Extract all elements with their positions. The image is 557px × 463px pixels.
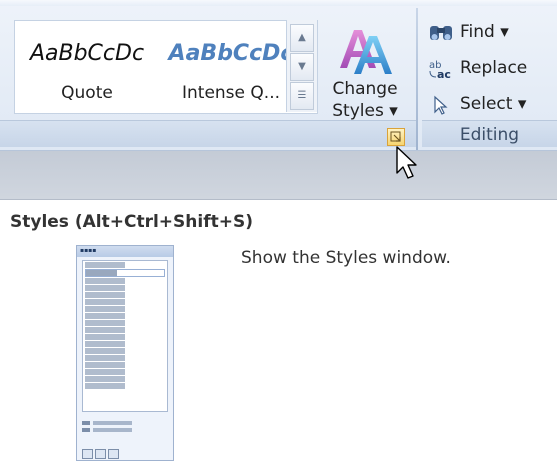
styles-window-preview: ▪▪▪▪: [76, 245, 174, 461]
preview-options: [82, 418, 166, 436]
ruler-band: [0, 151, 557, 200]
change-styles-button[interactable]: Change Styles ▾: [322, 18, 408, 126]
gallery-more-button[interactable]: ☰: [290, 82, 314, 110]
replace-button[interactable]: ab ac Replace: [428, 54, 556, 84]
style-label: Quote: [61, 83, 113, 103]
ribbon-top-edge: [0, 0, 557, 6]
editing-group-label-strip: Editing: [422, 120, 557, 147]
select-button[interactable]: Select ▾: [428, 90, 556, 120]
binoculars-icon: [430, 26, 452, 40]
tooltip-panel: Styles (Alt+Ctrl+Shift+S) ▪▪▪▪ Show the …: [0, 200, 557, 461]
preview-style-list: [82, 260, 168, 412]
style-intense-quote[interactable]: AaBbCcDc Intense Q...: [161, 21, 301, 113]
style-sample: AaBbCcDc: [168, 41, 294, 66]
preview-title-bar: ▪▪▪▪: [77, 246, 173, 257]
style-quote[interactable]: AaBbCcDc Quote: [17, 21, 157, 113]
replace-icon: ab ac: [429, 60, 451, 80]
styles-dialog-launcher[interactable]: [387, 128, 405, 146]
select-arrow-icon: [434, 95, 448, 115]
tooltip-description: Show the Styles window.: [241, 248, 451, 268]
styles-group-label-strip: [0, 120, 418, 147]
styles-gallery: AaBbCcDc Quote AaBbCcDc Intense Q...: [14, 20, 318, 114]
change-styles-label: Change Styles ▾: [322, 78, 408, 122]
find-label: Find ▾: [460, 22, 509, 42]
mouse-cursor-icon: [396, 146, 417, 179]
gallery-scroll-down-button[interactable]: ▼: [290, 53, 314, 81]
change-styles-line2: Styles ▾: [332, 101, 398, 121]
gallery-scroll-up-button[interactable]: ▲: [290, 24, 314, 52]
select-label: Select ▾: [460, 94, 527, 114]
change-styles-icon: [340, 30, 392, 74]
find-button[interactable]: Find ▾: [428, 18, 556, 48]
preview-buttons: [82, 444, 166, 459]
gallery-scroll: ▲ ▼ ☰: [286, 20, 317, 112]
dialog-launcher-icon: [390, 131, 401, 142]
tooltip-title: Styles (Alt+Ctrl+Shift+S): [10, 212, 253, 232]
change-styles-line1: Change: [332, 79, 398, 99]
replace-label: Replace: [460, 58, 528, 78]
style-label: Intense Q...: [182, 83, 280, 103]
svg-text:ac: ac: [437, 68, 451, 80]
group-separator: [416, 8, 418, 150]
ribbon: AaBbCcDc Quote AaBbCcDc Intense Q... ▲ ▼…: [0, 0, 557, 151]
editing-group-label: Editing: [459, 125, 520, 145]
style-sample: AaBbCcDc: [29, 41, 145, 66]
